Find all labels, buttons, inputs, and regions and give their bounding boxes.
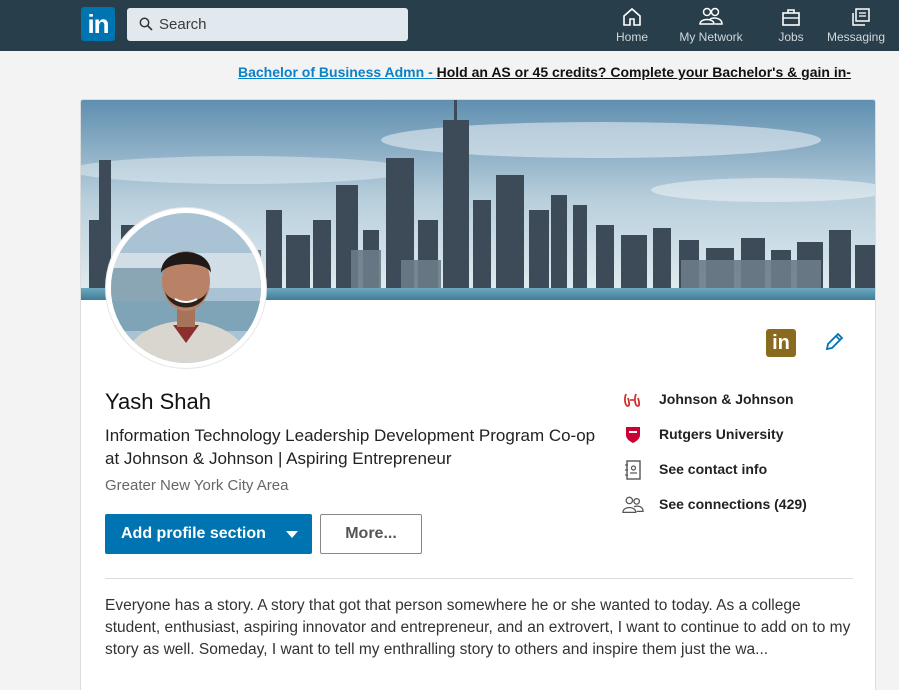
- search-box[interactable]: [127, 8, 408, 41]
- promo-text-link[interactable]: Hold an AS or 45 credits? Complete your …: [437, 64, 851, 80]
- school-shield-icon: [626, 427, 640, 443]
- school-label: Rutgers University: [659, 426, 784, 442]
- profile-name: Yash Shah: [105, 389, 212, 414]
- profile-card: in Yash Shah Information Technology Lead…: [80, 99, 876, 690]
- side-item-school[interactable]: Rutgers University: [622, 424, 872, 459]
- nav-home-label: Home: [615, 30, 648, 44]
- linkedin-logo[interactable]: in: [81, 7, 115, 41]
- more-button[interactable]: More...: [320, 514, 422, 554]
- nav-jobs-label: Jobs: [778, 30, 804, 44]
- profile-photo: [111, 213, 261, 363]
- company-logo-icon: [624, 393, 641, 407]
- search-input[interactable]: [157, 8, 397, 41]
- side-item-connections[interactable]: See connections (429): [622, 494, 872, 529]
- add-profile-section-button[interactable]: Add profile section: [105, 514, 312, 554]
- side-item-company[interactable]: Johnson & Johnson: [622, 389, 872, 424]
- edit-pencil-icon[interactable]: [823, 331, 845, 353]
- promo-ad[interactable]: Bachelor of Business Admn - Hold an AS o…: [0, 64, 899, 84]
- section-divider: [105, 578, 853, 579]
- nav-jobs[interactable]: Jobs: [774, 4, 808, 48]
- messaging-icon: [851, 8, 870, 26]
- profile-summary[interactable]: Everyone has a story. A story that got t…: [105, 595, 857, 661]
- contact-info-label: See contact info: [659, 461, 768, 477]
- side-item-contact-info[interactable]: See contact info: [622, 459, 872, 494]
- nav-messaging-label: Messaging: [827, 30, 886, 44]
- nav-my-network-label: My Network: [679, 30, 743, 44]
- network-icon: [699, 7, 723, 25]
- caret-down-icon: [286, 531, 298, 538]
- add-profile-section-label: Add profile section: [121, 525, 266, 542]
- home-icon: [623, 7, 641, 26]
- profile-avatar[interactable]: [106, 208, 266, 368]
- search-icon: [139, 17, 153, 31]
- top-nav-bar: in Home My Network Jobs: [0, 0, 899, 51]
- premium-badge-icon[interactable]: in: [766, 329, 796, 357]
- briefcase-icon: [782, 9, 800, 26]
- contact-card-icon: [625, 460, 641, 480]
- nav-my-network[interactable]: My Network: [674, 4, 748, 48]
- connections-icon: [622, 496, 644, 513]
- nav-messaging[interactable]: Messaging: [822, 4, 899, 48]
- profile-headline: Information Technology Leadership Develo…: [105, 426, 596, 468]
- profile-side-links: Johnson & Johnson Rutgers University See…: [622, 389, 872, 529]
- nav-home[interactable]: Home: [612, 4, 652, 48]
- connections-label: See connections (429): [659, 496, 807, 512]
- company-label: Johnson & Johnson: [659, 391, 794, 407]
- promo-sponsor-link[interactable]: Bachelor of Business Admn -: [238, 64, 437, 80]
- profile-location: Greater New York City Area: [105, 477, 289, 494]
